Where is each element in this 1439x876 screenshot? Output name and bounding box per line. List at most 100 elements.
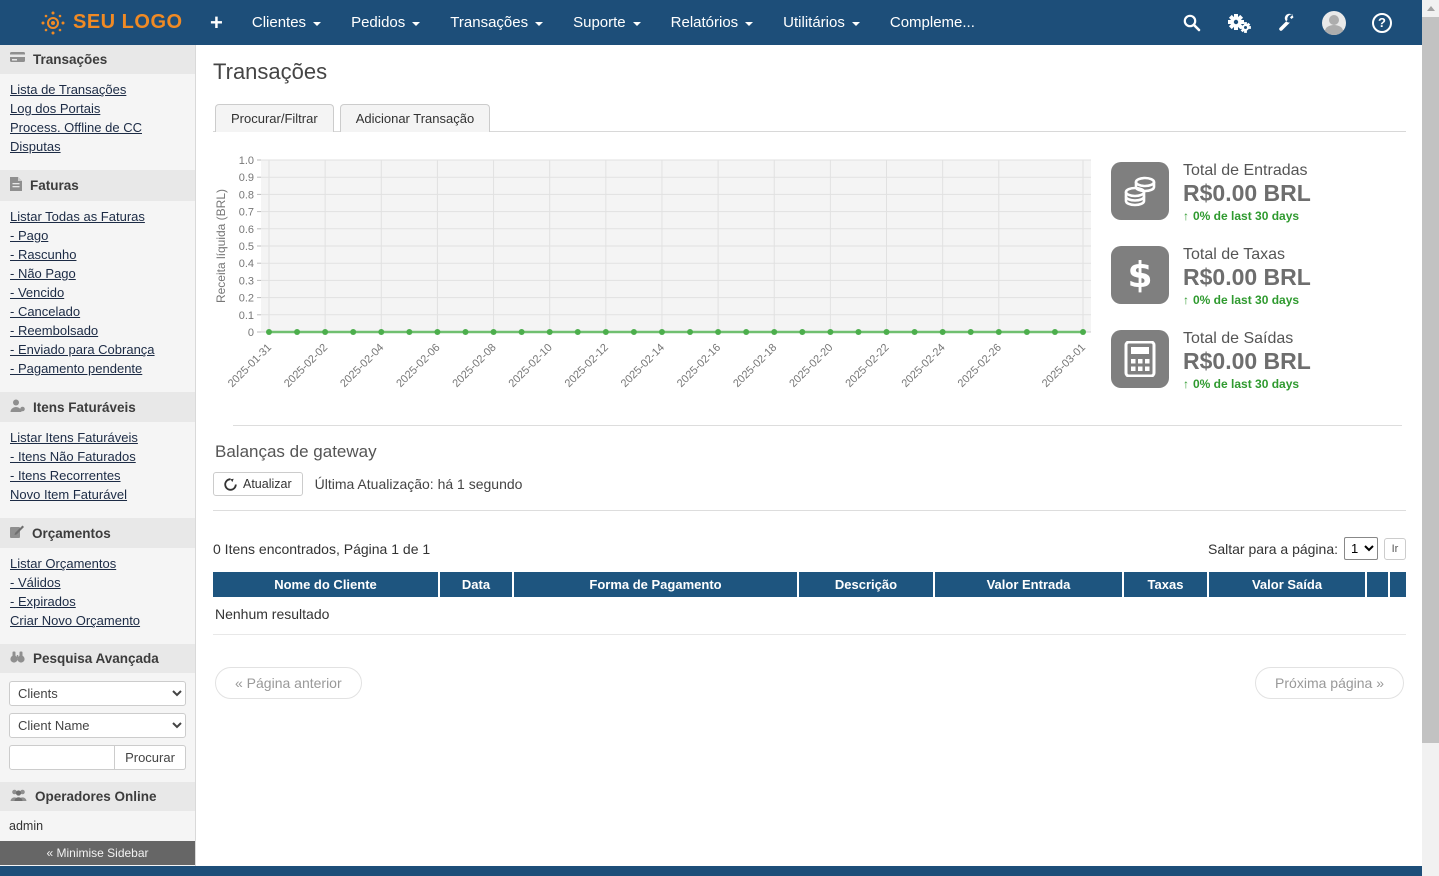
sidebar-link[interactable]: Novo Item Faturável bbox=[10, 485, 185, 504]
invoice-icon bbox=[10, 177, 22, 194]
nav-item-transa-es[interactable]: Transações bbox=[435, 2, 558, 43]
nav-item-clientes[interactable]: Clientes bbox=[237, 2, 336, 43]
sidebar: TransaçõesLista de TransaçõesLog dos Por… bbox=[0, 45, 196, 866]
stat-label: Total de Taxas bbox=[1183, 246, 1311, 264]
svg-text:2025-02-12: 2025-02-12 bbox=[563, 342, 611, 390]
search-icon[interactable] bbox=[1182, 13, 1201, 32]
sidebar-link[interactable]: Disputas bbox=[10, 137, 185, 156]
svg-text:2025-02-06: 2025-02-06 bbox=[394, 342, 442, 390]
column-header-forma-de-pagamento[interactable]: Forma de Pagamento bbox=[514, 572, 797, 597]
app-logo[interactable]: SEU LOGO bbox=[40, 10, 196, 36]
svg-text:2025-02-24: 2025-02-24 bbox=[899, 342, 947, 390]
section-title: Orçamentos bbox=[32, 526, 111, 541]
svg-text:0.7: 0.7 bbox=[239, 207, 254, 219]
sidebar-search-input[interactable] bbox=[9, 745, 115, 770]
coins-icon bbox=[1111, 162, 1169, 220]
svg-text:0: 0 bbox=[248, 327, 254, 339]
help-icon[interactable]: ? bbox=[1372, 13, 1392, 33]
dollar-icon: $ bbox=[1111, 246, 1169, 304]
refresh-button[interactable]: Atualizar bbox=[213, 472, 303, 496]
sidebar-search-button[interactable]: Procurar bbox=[115, 745, 186, 770]
column-header-data[interactable]: Data bbox=[440, 572, 512, 597]
avatar-body bbox=[1325, 25, 1343, 35]
nav-item-label: Suporte bbox=[573, 14, 626, 31]
nav-item-label: Clientes bbox=[252, 14, 306, 31]
search-field-select[interactable]: Client Name bbox=[9, 713, 186, 738]
nav-item-label: Compleme... bbox=[890, 14, 975, 31]
svg-text:2025-02-22: 2025-02-22 bbox=[843, 342, 891, 390]
stat-change: ↑0% de last 30 days bbox=[1183, 293, 1311, 307]
section-title: Operadores Online bbox=[35, 789, 157, 804]
jump-page-select[interactable]: 1 bbox=[1344, 537, 1378, 560]
scroll-up-arrow[interactable] bbox=[1422, 0, 1439, 16]
user-avatar[interactable] bbox=[1322, 11, 1346, 35]
sidebar-link[interactable]: - Vencido bbox=[10, 283, 185, 302]
column-header-empty[interactable] bbox=[1367, 572, 1388, 597]
nav-item-compleme[interactable]: Compleme... bbox=[875, 2, 990, 43]
sidebar-link[interactable]: - Enviado para Cobrança bbox=[10, 340, 185, 359]
gears-icon[interactable] bbox=[1227, 13, 1251, 33]
svg-text:2025-01-31: 2025-01-31 bbox=[226, 342, 274, 390]
svg-text:2025-02-10: 2025-02-10 bbox=[507, 342, 555, 390]
up-arrow-icon: ↑ bbox=[1183, 377, 1189, 391]
sidebar-link[interactable]: - Itens Recorrentes bbox=[10, 466, 185, 485]
nav-item-suporte[interactable]: Suporte bbox=[558, 2, 656, 43]
nav-item-pedidos[interactable]: Pedidos bbox=[336, 2, 435, 43]
vertical-scrollbar[interactable] bbox=[1422, 0, 1439, 876]
sidebar-section-invoice: Faturas bbox=[0, 170, 195, 201]
column-header-empty[interactable] bbox=[1390, 572, 1406, 597]
sidebar-link[interactable]: - Itens Não Faturados bbox=[10, 447, 185, 466]
previous-page-button[interactable]: « Página anterior bbox=[215, 667, 362, 699]
up-arrow-icon: ↑ bbox=[1183, 293, 1189, 307]
sidebar-link[interactable]: Process. Offline de CC bbox=[10, 118, 185, 137]
nav-item-relat-rios[interactable]: Relatórios bbox=[656, 2, 769, 43]
sidebar-link[interactable]: Listar Orçamentos bbox=[10, 554, 185, 573]
sidebar-link[interactable]: Log dos Portais bbox=[10, 99, 185, 118]
footer-bar bbox=[0, 866, 1422, 876]
section-title: Pesquisa Avançada bbox=[33, 651, 159, 666]
jump-page-go-button[interactable]: Ir bbox=[1384, 538, 1406, 560]
next-page-button[interactable]: Próxima página » bbox=[1255, 667, 1404, 699]
sidebar-link[interactable]: - Expirados bbox=[10, 592, 185, 611]
logo-sun-icon bbox=[40, 10, 66, 36]
sidebar-link[interactable]: - Não Pago bbox=[10, 264, 185, 283]
minimise-sidebar-button[interactable]: « Minimise Sidebar bbox=[0, 841, 195, 865]
svg-text:Receita líquida (BRL): Receita líquida (BRL) bbox=[214, 189, 228, 303]
stat-change: ↑0% de last 30 days bbox=[1183, 209, 1311, 223]
svg-text:0.6: 0.6 bbox=[239, 224, 254, 236]
svg-text:2025-02-26: 2025-02-26 bbox=[956, 342, 1004, 390]
quick-add-button[interactable]: + bbox=[196, 10, 237, 36]
column-header-nome-do-cliente[interactable]: Nome do Cliente bbox=[213, 572, 438, 597]
tab-add-transaction[interactable]: Adicionar Transação bbox=[340, 104, 491, 132]
tab-search-filter[interactable]: Procurar/Filtrar bbox=[215, 104, 334, 132]
sidebar-link[interactable]: - Pago bbox=[10, 226, 185, 245]
sidebar-link[interactable]: - Rascunho bbox=[10, 245, 185, 264]
column-header-valor-sa-da[interactable]: Valor Saída bbox=[1209, 572, 1365, 597]
sidebar-link[interactable]: - Reembolsado bbox=[10, 321, 185, 340]
svg-text:2025-02-04: 2025-02-04 bbox=[338, 342, 386, 390]
main-content: Transações Procurar/Filtrar Adicionar Tr… bbox=[197, 45, 1422, 866]
nav-item-utilit-rios[interactable]: Utilitários bbox=[768, 2, 875, 43]
revenue-chart: 00.10.20.30.40.50.60.70.80.91.02025-01-3… bbox=[213, 154, 1103, 417]
sidebar-link[interactable]: - Cancelado bbox=[10, 302, 185, 321]
sidebar-link[interactable]: Criar Novo Orçamento bbox=[10, 611, 185, 630]
scrollbar-thumb[interactable] bbox=[1422, 17, 1439, 743]
column-header-taxas[interactable]: Taxas bbox=[1124, 572, 1207, 597]
chevron-down-icon bbox=[412, 22, 420, 26]
column-header-valor-entrada[interactable]: Valor Entrada bbox=[935, 572, 1122, 597]
stat-value: R$0.00 BRL bbox=[1183, 264, 1311, 291]
sidebar-link[interactable]: - Válidos bbox=[10, 573, 185, 592]
wrench-icon[interactable] bbox=[1277, 13, 1296, 32]
svg-text:2025-02-14: 2025-02-14 bbox=[619, 342, 667, 390]
column-header-descri-o[interactable]: Descrição bbox=[799, 572, 933, 597]
stat-coins: Total de Entradas R$0.00 BRL ↑0% de last… bbox=[1111, 162, 1406, 223]
stat-label: Total de Entradas bbox=[1183, 162, 1311, 180]
sidebar-link[interactable]: Listar Todas as Faturas bbox=[10, 207, 185, 226]
sidebar-link[interactable]: Lista de Transações bbox=[10, 80, 185, 99]
svg-text:2025-02-18: 2025-02-18 bbox=[731, 342, 779, 390]
page-title: Transações bbox=[213, 59, 1406, 85]
sidebar-section-operators: Operadores Online bbox=[0, 782, 195, 811]
sidebar-link[interactable]: - Pagamento pendente bbox=[10, 359, 185, 378]
sidebar-link[interactable]: Listar Itens Faturáveis bbox=[10, 428, 185, 447]
search-type-select[interactable]: Clients bbox=[9, 681, 186, 706]
